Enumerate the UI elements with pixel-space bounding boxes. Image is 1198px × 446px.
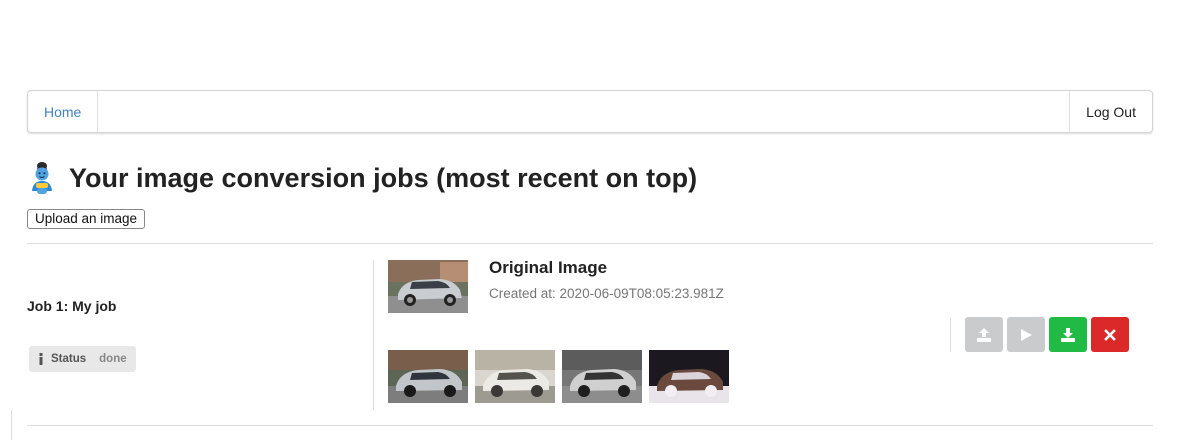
logout-link[interactable]: Log Out: [1069, 91, 1152, 132]
original-image-thumbnail[interactable]: [388, 260, 468, 313]
created-at-text: Created at: 2020-06-09T08:05:23.981Z: [489, 286, 724, 301]
converted-image-thumbnail[interactable]: [562, 350, 642, 403]
play-icon: [1021, 328, 1032, 341]
download-icon: [1061, 327, 1075, 342]
converted-image-thumbnail[interactable]: [649, 350, 729, 403]
divider: [27, 425, 1153, 426]
converted-image-thumbnail[interactable]: [388, 350, 468, 403]
genie-icon: [32, 162, 52, 194]
close-icon: [1104, 328, 1116, 341]
info-icon: [39, 353, 43, 365]
upload-button[interactable]: [965, 317, 1003, 352]
job-name: Job 1: My job: [27, 298, 117, 314]
column-divider: [373, 260, 374, 410]
delete-button[interactable]: [1091, 317, 1129, 352]
upload-image-button[interactable]: Upload an image: [27, 209, 146, 229]
status-value: done: [99, 353, 127, 365]
upload-icon: [977, 327, 991, 342]
edge-line: [11, 410, 12, 440]
download-button[interactable]: [1049, 317, 1087, 352]
run-button[interactable]: [1007, 317, 1045, 352]
status-label: Status: [51, 353, 87, 365]
divider: [27, 243, 1153, 244]
page-title: Your image conversion jobs (most recent …: [27, 158, 697, 198]
nav-home-link[interactable]: Home: [28, 91, 99, 132]
original-image-title: Original Image: [489, 258, 608, 277]
actions-divider: [950, 318, 951, 352]
converted-image-thumbnail[interactable]: [475, 350, 555, 403]
page-title-text: Your image conversion jobs (most recent …: [69, 162, 698, 193]
status-badge: Status done: [29, 346, 136, 372]
top-menu: Home Log Out: [27, 90, 1153, 133]
